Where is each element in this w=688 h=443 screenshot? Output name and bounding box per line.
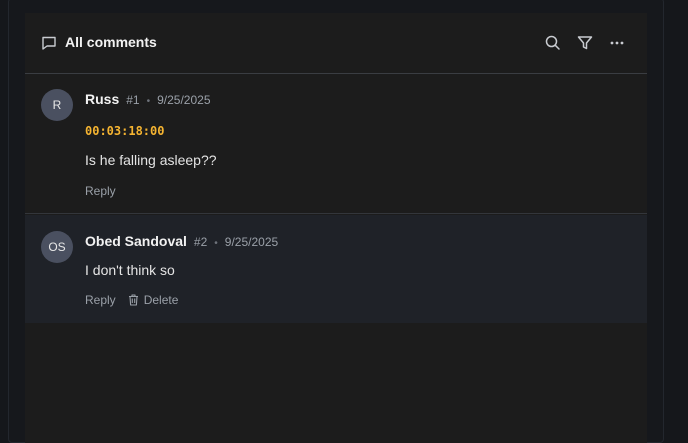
avatar: OS <box>41 231 73 263</box>
more-options-icon[interactable] <box>608 34 626 52</box>
delete-label: Delete <box>143 293 179 307</box>
comment-date: 9/25/2025 <box>157 93 211 107</box>
comment-text: Is he falling asleep?? <box>85 152 217 168</box>
trash-icon <box>128 294 139 306</box>
comment-author: Russ <box>85 91 120 107</box>
comment-meta: Obed Sandoval #2 • 9/25/2025 <box>85 233 278 249</box>
comment-icon <box>41 35 57 51</box>
comment-meta: Russ #1 • 9/25/2025 <box>85 91 211 107</box>
comment-actions: Reply Delete <box>85 293 178 307</box>
comment-date: 9/25/2025 <box>224 235 279 249</box>
comment-item: R Russ #1 • 9/25/2025 00:03:18:00 Is he … <box>25 75 647 214</box>
comment-timecode[interactable]: 00:03:18:00 <box>85 124 164 138</box>
comment-number: #2 <box>193 235 208 249</box>
meta-separator: • <box>214 238 218 249</box>
comment-text: I don't think so <box>85 262 175 278</box>
comment-item: OS Obed Sandoval #2 • 9/25/2025 I don't … <box>25 215 647 323</box>
comment-number: #1 <box>126 93 140 107</box>
search-icon[interactable] <box>544 34 562 52</box>
comment-actions: Reply <box>85 184 116 198</box>
filter-icon[interactable] <box>576 34 594 52</box>
avatar: R <box>41 89 73 121</box>
delete-button[interactable]: Delete <box>128 293 179 307</box>
reply-button[interactable]: Reply <box>85 184 116 198</box>
reply-button[interactable]: Reply <box>85 293 116 307</box>
meta-separator: • <box>146 96 151 107</box>
comments-header: All comments <box>25 13 647 74</box>
panel-title: All comments <box>65 34 157 50</box>
comments-panel: All comments R Russ #1 • 9/25/2025 00:03… <box>25 13 647 443</box>
comment-author: Obed Sandoval <box>85 233 187 249</box>
